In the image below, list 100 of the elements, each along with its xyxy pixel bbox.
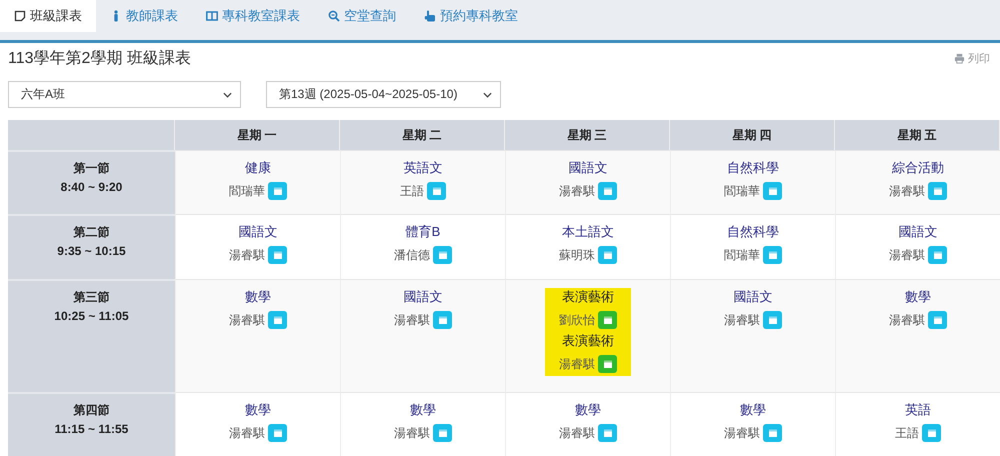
teacher-name: 湯睿騏	[229, 424, 265, 442]
calendar-button[interactable]	[268, 311, 287, 329]
teacher-name: 劉欣怡	[559, 312, 595, 328]
nav-tab[interactable]: 班級課表	[0, 0, 96, 32]
calendar-button[interactable]	[928, 182, 947, 200]
teacher-name: 閻瑞華	[724, 246, 760, 264]
period-time: 9:35 ~ 10:15	[57, 244, 126, 258]
subject-link[interactable]: 綜合活動	[892, 159, 944, 177]
calendar-button[interactable]	[922, 424, 941, 442]
period-name: 第一節	[74, 160, 110, 177]
chevron-down-icon	[223, 92, 232, 98]
calendar-button[interactable]	[763, 246, 782, 264]
calendar-icon	[768, 250, 778, 260]
calendar-icon	[602, 428, 612, 438]
pointing-hand-icon	[424, 10, 436, 22]
calendar-icon	[432, 186, 442, 196]
teacher-name: 蘇明珠	[559, 246, 595, 264]
week-select[interactable]: 第13週 (2025-05-04~2025-05-10)	[266, 81, 501, 108]
period-name: 第二節	[73, 224, 110, 241]
teacher-name: 閻瑞華	[229, 182, 265, 200]
teacher-name: 湯睿騏	[889, 246, 925, 264]
period-name: 第四節	[73, 402, 110, 419]
calendar-icon	[272, 315, 282, 325]
nav-tab[interactable]: 預約專科教室	[410, 0, 532, 32]
subject-link[interactable]: 表演藝術	[562, 288, 614, 306]
nav-tab[interactable]: 空堂查詢	[314, 0, 410, 32]
subject-link[interactable]: 表演藝術	[562, 332, 614, 350]
teacher-name: 湯睿騏	[724, 312, 760, 328]
subject-link[interactable]: 國語文	[734, 288, 772, 306]
page-title: 113學年第2學期 班級課表	[8, 48, 191, 68]
calendar-button[interactable]	[433, 246, 452, 264]
calendar-button[interactable]	[427, 182, 446, 200]
subject-link[interactable]: 國語文	[404, 288, 442, 306]
calendar-button[interactable]	[598, 182, 617, 200]
column-header: 星期 一	[175, 120, 340, 150]
calendar-button[interactable]	[763, 311, 782, 329]
calendar-icon	[926, 428, 936, 438]
teacher-name: 湯睿騏	[724, 424, 760, 442]
calendar-icon	[768, 315, 778, 325]
nav-tab[interactable]: 教師課表	[96, 0, 192, 32]
subject-link[interactable]: 體育B	[406, 223, 440, 241]
calendar-button[interactable]	[268, 424, 287, 442]
calendar-icon	[602, 359, 612, 369]
class-select[interactable]: 六年A班	[8, 81, 241, 108]
subject-link[interactable]: 健康	[245, 159, 271, 177]
subject-link[interactable]: 數學	[245, 401, 271, 419]
calendar-button[interactable]	[763, 424, 782, 442]
subject-link[interactable]: 自然科學	[727, 159, 779, 177]
subject-link[interactable]: 國語文	[898, 223, 938, 241]
teacher-name: 湯睿騏	[229, 312, 265, 328]
column-header: 星期 四	[670, 120, 835, 150]
calendar-button[interactable]	[433, 311, 452, 329]
calendar-icon	[272, 428, 282, 438]
teacher-name: 湯睿騏	[229, 246, 265, 264]
calendar-button[interactable]	[928, 246, 947, 264]
calendar-button[interactable]	[598, 424, 617, 442]
search-icon	[328, 10, 340, 22]
subject-link[interactable]: 數學	[410, 401, 436, 419]
calendar-icon	[272, 250, 282, 260]
calendar-button[interactable]	[598, 311, 617, 329]
subject-link[interactable]: 國語文	[568, 159, 608, 177]
column-header: 星期 五	[835, 120, 1000, 150]
calendar-button[interactable]	[598, 355, 617, 373]
teacher-name: 閻瑞華	[724, 182, 760, 200]
calendar-icon	[272, 186, 282, 196]
calendar-icon	[602, 315, 612, 325]
calendar-button[interactable]	[268, 182, 287, 200]
subject-link[interactable]: 英語文	[404, 159, 442, 177]
subject-link[interactable]: 國語文	[238, 223, 278, 241]
column-header: 星期 三	[505, 120, 670, 150]
teacher-name: 湯睿騏	[559, 424, 595, 442]
subject-link[interactable]: 數學	[740, 401, 766, 419]
calendar-button[interactable]	[598, 246, 617, 264]
column-header: 星期 二	[340, 120, 505, 150]
teacher-name: 潘信德	[394, 246, 430, 264]
columns-icon	[206, 10, 218, 22]
calendar-button[interactable]	[268, 246, 287, 264]
calendar-icon	[932, 186, 942, 196]
teacher-name: 湯睿騏	[889, 182, 925, 200]
subject-link[interactable]: 本土語文	[562, 223, 614, 241]
subject-link[interactable]: 自然科學	[727, 223, 779, 241]
teacher-name: 湯睿騏	[889, 312, 925, 328]
calendar-icon	[932, 250, 942, 260]
subject-link[interactable]: 英語	[905, 401, 931, 419]
calendar-button[interactable]	[928, 311, 947, 329]
subject-link[interactable]: 數學	[245, 288, 271, 306]
subject-link[interactable]: 數學	[575, 401, 601, 419]
nav-tab[interactable]: 專科教室課表	[192, 0, 314, 32]
calendar-icon	[768, 186, 778, 196]
teacher-name: 湯睿騏	[559, 182, 595, 200]
calendar-button[interactable]	[763, 182, 782, 200]
subject-link[interactable]: 數學	[905, 288, 931, 306]
calendar-button[interactable]	[433, 424, 452, 442]
period-time: 10:25 ~ 11:05	[54, 309, 129, 323]
teacher-name: 湯睿騏	[394, 424, 430, 442]
note-icon	[14, 10, 26, 22]
calendar-icon	[438, 428, 448, 438]
printer-icon	[954, 52, 965, 64]
calendar-icon	[438, 250, 448, 260]
calendar-icon	[438, 315, 448, 325]
